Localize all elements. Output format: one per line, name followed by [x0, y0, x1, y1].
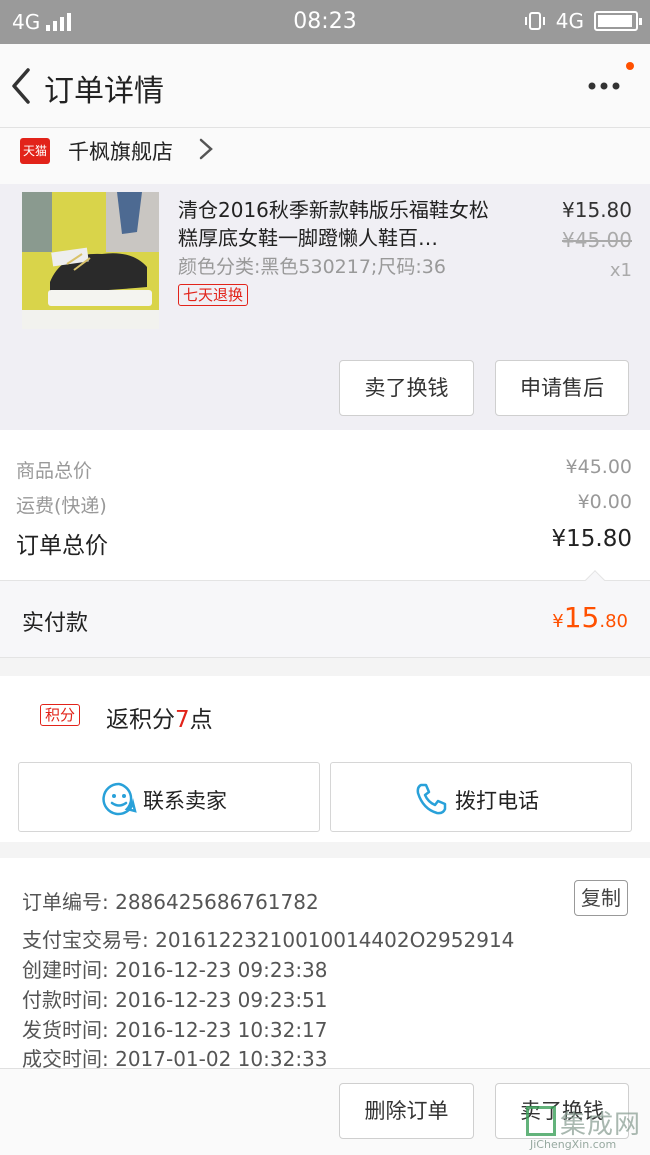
actual-payment-amount: ¥15.80 [552, 601, 628, 634]
goods-total-row: 商品总价 ¥45.00 [16, 456, 632, 483]
points-badge: 积分 [40, 704, 81, 726]
delete-order-button[interactable]: 删除订单 [339, 1083, 474, 1139]
phone-icon [416, 783, 447, 815]
battery-icon [594, 11, 642, 31]
seven-day-return-badge: 七天退换 [178, 284, 249, 306]
item-quantity: x1 [609, 260, 632, 281]
order-total-label: 订单总价 [16, 533, 108, 559]
amount-integer: 15 [563, 601, 600, 634]
created-time: 创建时间: 2016-12-23 09:23:38 [22, 958, 328, 982]
shipped-time: 发货时间: 2016-12-23 10:32:17 [22, 1018, 328, 1042]
nav-bar: 订单详情 [0, 44, 650, 128]
currency-symbol: ¥ [552, 611, 564, 632]
points-text: 返积分7点 [106, 700, 213, 734]
page-title: 订单详情 [44, 74, 164, 109]
tmall-badge-icon: 天猫 [20, 138, 50, 164]
watermark-logo: 集成网 JiChengXin.com [526, 1104, 644, 1151]
actual-payment: 实付款 ¥15.80 [0, 570, 650, 658]
chat-smile-icon [102, 782, 137, 816]
order-info: 复制 订单编号: 2886425686761782 支付宝交易号: 201612… [0, 858, 650, 1071]
order-total-row: 订单总价 ¥15.80 [16, 526, 632, 560]
shop-row[interactable]: 天猫 千枫旗舰店 [0, 128, 650, 184]
goods-total-value: ¥45.00 [565, 456, 632, 478]
more-icon[interactable] [584, 74, 624, 98]
item-price: ¥15.80 [562, 198, 632, 222]
chevron-right-icon [199, 138, 213, 160]
network-right-label: 4G [555, 9, 584, 33]
product-spec: 颜色分类:黑色530217;尺码:36 [178, 256, 446, 278]
watermark-url: JiChengXin.com [530, 1138, 617, 1151]
shipping-label: 运费(快递) [16, 495, 107, 517]
vibrate-icon [524, 12, 545, 30]
back-arrow-icon[interactable] [6, 64, 36, 108]
shop-name[interactable]: 千枫旗舰店 [68, 136, 173, 166]
copy-button[interactable]: 复制 [574, 880, 628, 916]
order-item: 清仓2016秋季新款韩版乐福鞋女松糕厚底女鞋一脚蹬懒人鞋百… 颜色分类:黑色53… [0, 184, 650, 430]
status-bar: 4G 08:23 4G [0, 0, 650, 44]
contact-seller-label: 联系卖家 [143, 789, 227, 813]
call-phone-label: 拨打电话 [455, 789, 539, 813]
call-phone-button[interactable]: 拨打电话 [330, 762, 632, 832]
order-number: 订单编号: 2886425686761782 [22, 890, 319, 914]
product-title[interactable]: 清仓2016秋季新款韩版乐福鞋女松糕厚底女鞋一脚蹬懒人鞋百… [178, 196, 498, 252]
watermark-box-icon [526, 1106, 556, 1136]
points-prefix: 返积分 [106, 707, 175, 733]
order-total-value: ¥15.80 [551, 526, 632, 552]
points-suffix: 点 [189, 707, 213, 733]
actual-payment-label: 实付款 [22, 611, 89, 636]
points-section: 积分 返积分7点 联系卖家 拨打电话 [0, 676, 650, 842]
contact-seller-button[interactable]: 联系卖家 [18, 762, 320, 832]
notification-dot [626, 62, 634, 70]
after-sale-button[interactable]: 申请售后 [495, 360, 629, 416]
paid-time: 付款时间: 2016-12-23 09:23:51 [22, 988, 328, 1012]
watermark-text: 集成网 [560, 1110, 642, 1140]
goods-total-label: 商品总价 [16, 460, 93, 482]
shipping-value: ¥0.00 [577, 491, 632, 513]
points-value: 7 [175, 707, 190, 733]
amount-decimal: .80 [599, 611, 628, 632]
shipping-row: 运费(快递) ¥0.00 [16, 491, 632, 518]
resell-button[interactable]: 卖了换钱 [339, 360, 474, 416]
price-summary: 商品总价 ¥45.00 运费(快递) ¥0.00 订单总价 ¥15.80 [0, 430, 650, 580]
alipay-trade-number: 支付宝交易号: 20161223210010014402O2952914 [22, 928, 515, 952]
item-original-price: ¥45.00 [562, 228, 632, 252]
product-thumbnail[interactable] [22, 192, 159, 329]
